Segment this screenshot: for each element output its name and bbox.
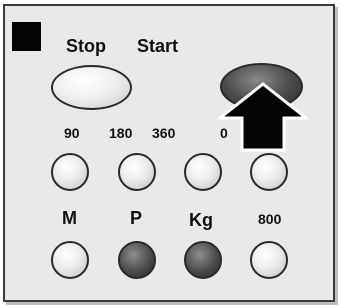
button-m[interactable]	[51, 241, 89, 279]
label-180: 180	[109, 125, 133, 141]
stop-start-button[interactable]	[51, 65, 132, 110]
button-p[interactable]	[118, 241, 156, 279]
button-180[interactable]	[118, 153, 156, 191]
button-90[interactable]	[51, 153, 89, 191]
start-label: Start	[137, 36, 179, 56]
button-kg[interactable]	[184, 241, 222, 279]
up-arrow-icon	[218, 82, 308, 152]
label-90: 90	[64, 125, 80, 141]
label-kg: Kg	[189, 210, 213, 230]
status-indicator	[12, 22, 41, 51]
label-p: P	[130, 208, 143, 228]
label-360: 360	[152, 125, 176, 141]
button-360[interactable]	[184, 153, 222, 191]
label-800: 800	[258, 211, 282, 227]
label-0: 0	[220, 125, 228, 141]
stop-label: Stop	[66, 36, 106, 56]
label-m: M	[62, 208, 77, 228]
button-800[interactable]	[250, 241, 288, 279]
button-0[interactable]	[250, 153, 288, 191]
